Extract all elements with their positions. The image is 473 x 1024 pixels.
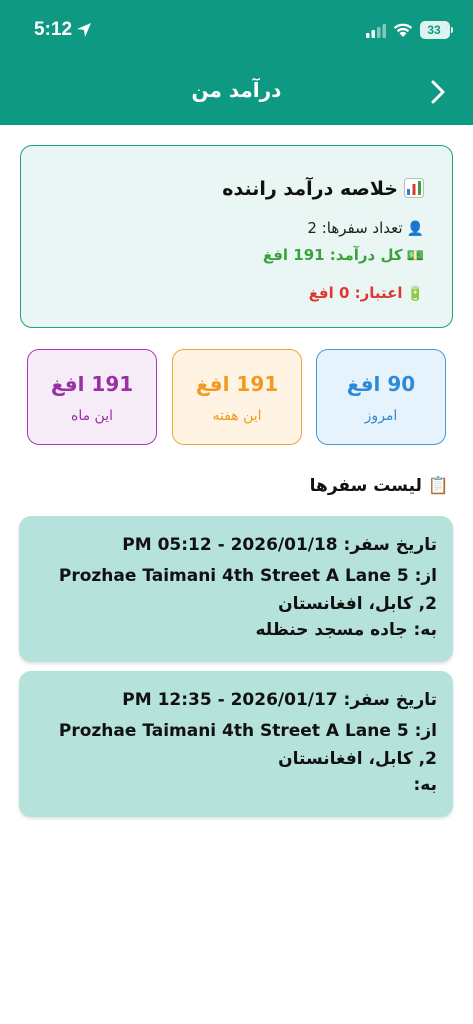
stat-month-label: این ماه [71, 408, 113, 424]
money-icon: 💵 [406, 248, 424, 264]
trip-origin-city: 2, کابل، افغانستان [278, 749, 437, 769]
battery-level: 33 [427, 23, 441, 37]
signal-icon [366, 24, 386, 38]
trip-card[interactable]: تاریخ سفر: 2026/01/17 - 12:35 PM از: Pro… [19, 671, 453, 817]
trip-origin: از: Prozhae Taimani 4th Street A Lane 5 [58, 566, 437, 586]
credit-row: 🔋اعتبار: 0 افغ [309, 284, 424, 302]
trip-destination: به: جاده مسجد حنظله [255, 620, 437, 640]
stat-week-label: این هفته [212, 408, 262, 424]
battery-icon: 33 [420, 21, 453, 39]
trip-origin: از: Prozhae Taimani 4th Street A Lane 5 [58, 721, 437, 741]
wifi-icon [393, 23, 413, 37]
trips-count-text: تعداد سفرها: 2 [307, 219, 403, 237]
chart-icon [404, 178, 424, 198]
trips-list-title: 📋 لیست سفرها [309, 476, 449, 496]
summary-title-text: خلاصه درآمد راننده [222, 178, 398, 200]
status-bar: 5:12 33 [0, 0, 473, 60]
trips-count-row: 👤تعداد سفرها: 2 [307, 219, 424, 237]
status-time: 5:12 [34, 19, 73, 40]
total-income-text: کل درآمد: 191 افغ [262, 246, 403, 264]
driver-income-summary-card: خلاصه درآمد راننده 👤تعداد سفرها: 2 💵کل د… [20, 145, 453, 328]
stat-today-label: امروز [364, 408, 398, 424]
trip-date: تاریخ سفر: 2026/01/17 - 12:35 PM [122, 690, 437, 710]
total-income-row: 💵کل درآمد: 191 افغ [263, 246, 424, 264]
page-title: درآمد من [191, 78, 282, 102]
stat-today-card[interactable]: 90 افغ امروز [316, 349, 446, 445]
trip-card[interactable]: تاریخ سفر: 2026/01/18 - 05:12 PM از: Pro… [19, 516, 453, 662]
stat-week-card[interactable]: 191 افغ این هفته [172, 349, 302, 445]
summary-title: خلاصه درآمد راننده [222, 178, 424, 200]
battery-credit-icon: 🔋 [406, 286, 424, 302]
person-icon: 👤 [406, 221, 424, 237]
trip-date: تاریخ سفر: 2026/01/18 - 05:12 PM [122, 535, 437, 555]
stat-month-value: 191 افغ [50, 372, 134, 396]
credit-text: اعتبار: 0 افغ [308, 284, 403, 302]
stat-month-card[interactable]: 191 افغ این ماه [27, 349, 157, 445]
stat-today-value: 90 افغ [346, 372, 416, 396]
trip-origin-city: 2, کابل، افغانستان [278, 594, 437, 614]
app-header: 5:12 33 درآمد من [0, 0, 473, 125]
chevron-right-icon[interactable] [426, 79, 450, 105]
stat-week-value: 191 افغ [195, 372, 279, 396]
trip-destination: به: [413, 775, 438, 795]
location-arrow-icon [77, 23, 91, 37]
